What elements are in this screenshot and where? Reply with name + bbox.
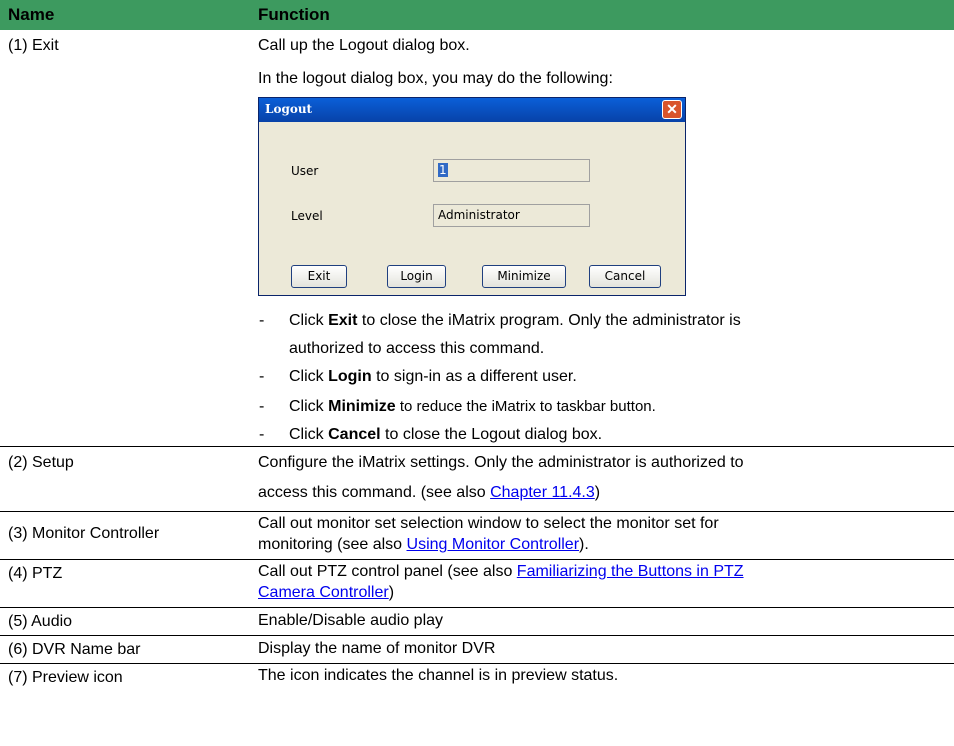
row-dvr-text: Display the name of monitor DVR <box>258 640 496 657</box>
row-monitor-line1: Call out monitor set selection window to… <box>258 515 719 532</box>
ptz-buttons-link[interactable]: Familiarizing the Buttons in PTZ <box>517 563 744 580</box>
row-divider <box>0 635 954 636</box>
chapter-link[interactable]: Chapter 11.4.3 <box>490 484 595 501</box>
table-header: Name Function <box>0 0 954 30</box>
row-dvr-name: (6) DVR Name bar <box>8 641 141 658</box>
row-exit-name: (1) Exit <box>8 37 59 54</box>
user-label: User <box>291 164 319 178</box>
monitor-controller-link[interactable]: Using Monitor Controller <box>407 536 580 553</box>
row-audio-text: Enable/Disable audio play <box>258 612 444 629</box>
row-divider <box>0 446 954 447</box>
row-setup-name: (2) Setup <box>8 454 74 471</box>
ptz-camera-link[interactable]: Camera Controller <box>258 584 389 601</box>
row-divider <box>0 607 954 608</box>
close-icon[interactable]: ✕ <box>662 100 682 119</box>
header-name: Name <box>8 5 55 24</box>
row-exit-line1: Call up the Logout dialog box. <box>258 37 470 54</box>
header-function: Function <box>258 5 330 24</box>
row-setup-line1: Configure the iMatrix settings. Only the… <box>258 454 744 471</box>
row-preview-name: (7) Preview icon <box>8 669 123 686</box>
exit-button[interactable]: Exit <box>291 265 347 288</box>
login-button[interactable]: Login <box>387 265 446 288</box>
level-label: Level <box>291 209 323 223</box>
row-ptz-name: (4) PTZ <box>8 565 63 582</box>
user-value: 1 <box>438 163 448 177</box>
dialog-titlebar: Logout ✕ <box>259 98 685 122</box>
user-field[interactable]: 1 <box>433 159 590 182</box>
row-audio-name: (5) Audio <box>8 613 73 630</box>
minimize-button[interactable]: Minimize <box>482 265 566 288</box>
row-divider <box>0 511 954 512</box>
row-divider <box>0 559 954 560</box>
level-field[interactable]: Administrator <box>433 204 590 227</box>
row-exit-line2: In the logout dialog box, you may do the… <box>258 70 613 87</box>
cancel-button[interactable]: Cancel <box>589 265 661 288</box>
dialog-title: Logout <box>265 102 313 116</box>
row-preview-text: The icon indicates the channel is in pre… <box>258 667 619 684</box>
row-monitor-line2: monitoring (see also Using Monitor Contr… <box>258 536 589 553</box>
row-ptz-line1: Call out PTZ control panel (see also Fam… <box>258 563 744 580</box>
logout-dialog: Logout ✕ User 1 Level Administrator Exit… <box>258 97 686 296</box>
row-divider <box>0 663 954 664</box>
row-ptz-line2: Camera Controller) <box>258 584 395 601</box>
row-setup-line2: access this command. (see also Chapter 1… <box>258 484 601 501</box>
row-monitor-name: (3) Monitor Controller <box>8 525 160 542</box>
